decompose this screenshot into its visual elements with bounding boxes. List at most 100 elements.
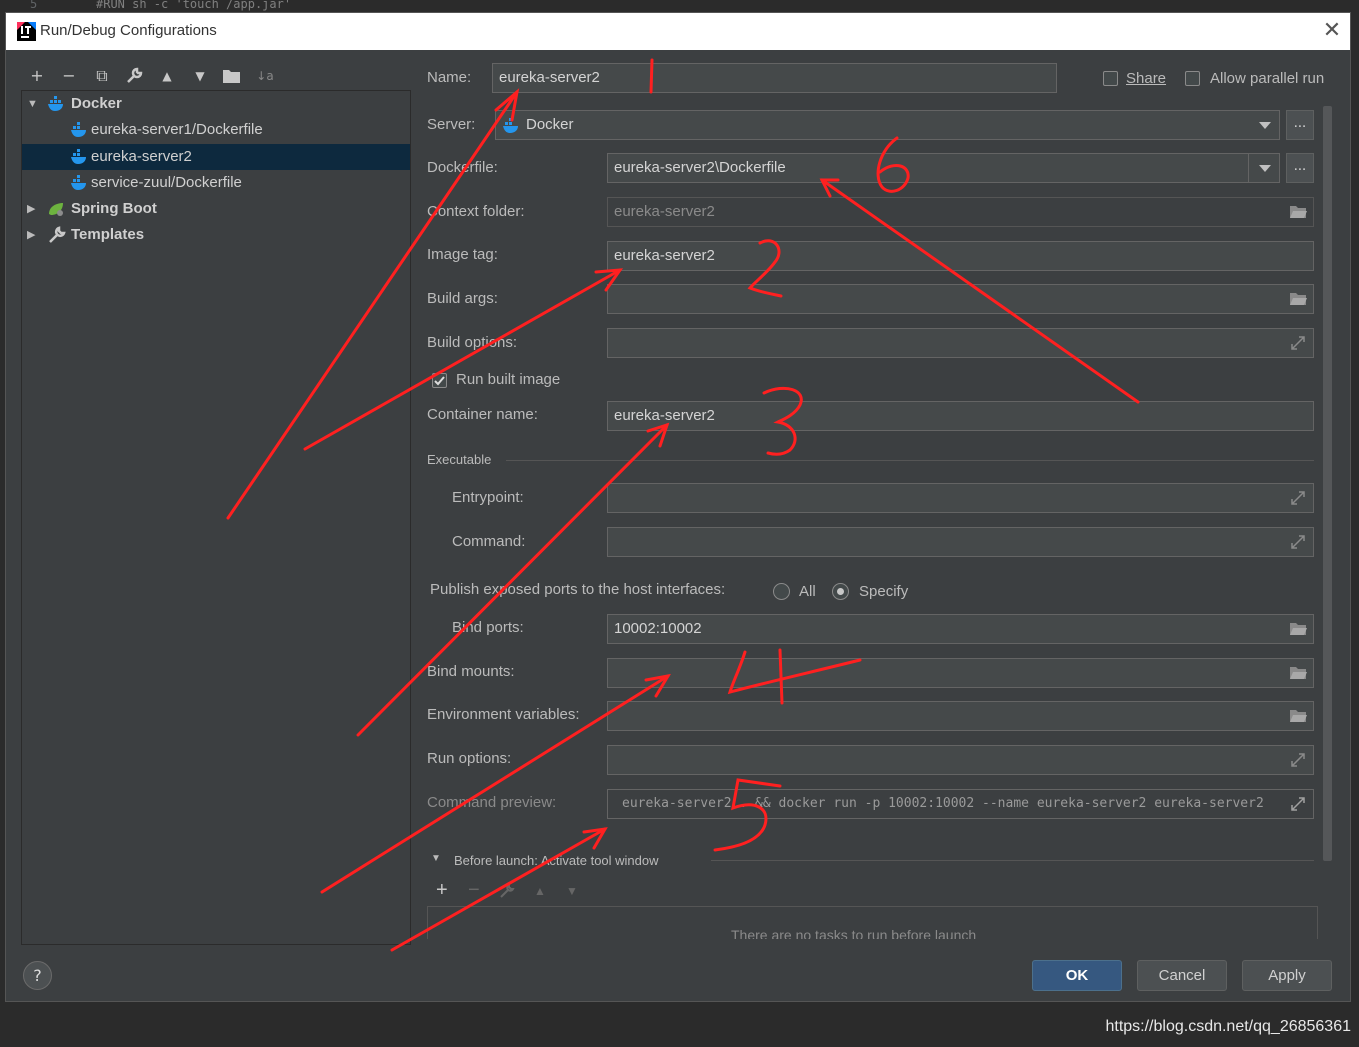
publish-specify-label: Specify — [859, 583, 909, 600]
server-label: Server: — [427, 116, 476, 133]
expand-arrow-icon[interactable]: ▼ — [27, 91, 41, 117]
add-icon[interactable]: + — [26, 65, 48, 87]
command-input[interactable] — [607, 527, 1314, 557]
name-input[interactable]: eureka-server2 — [492, 63, 1057, 93]
help-button[interactable]: ? — [23, 961, 52, 990]
allow-parallel-label: Allow parallel run — [1210, 70, 1325, 87]
share-checkbox[interactable] — [1103, 71, 1118, 86]
collapse-arrow-icon[interactable]: ▶ — [27, 222, 41, 248]
cancel-button[interactable]: Cancel — [1137, 960, 1227, 991]
context-folder-input[interactable]: eureka-server2 — [607, 197, 1314, 227]
image-tag-input[interactable]: eureka-server2 — [607, 241, 1314, 271]
wrench-icon — [49, 226, 66, 243]
command-preview-value: eureka-server2 . && docker run -p 10002:… — [622, 796, 1264, 811]
wrench-icon[interactable] — [125, 67, 143, 85]
expand-icon[interactable] — [1289, 796, 1307, 812]
remove-task-icon[interactable]: − — [468, 879, 480, 902]
container-name-input[interactable]: eureka-server2 — [607, 401, 1314, 431]
command-label: Command: — [452, 533, 526, 550]
entrypoint-label: Entrypoint: — [452, 489, 524, 506]
folder-icon[interactable] — [1289, 621, 1307, 637]
copy-icon[interactable]: ⧉ — [91, 65, 113, 87]
name-label: Name: — [427, 69, 472, 86]
close-icon[interactable]: ✕ — [1320, 19, 1344, 43]
docker-icon — [48, 96, 63, 111]
run-options-input[interactable] — [607, 745, 1314, 775]
dockerfile-select[interactable]: eureka-server2\Dockerfile — [607, 153, 1280, 183]
expand-icon[interactable] — [1289, 335, 1307, 351]
server-browse-button[interactable]: ... — [1286, 110, 1314, 140]
container-name-label: Container name: — [427, 406, 538, 423]
sort-icon[interactable]: ↓a — [254, 65, 276, 87]
before-launch-title: Before launch: Activate tool window — [454, 853, 659, 868]
build-options-input[interactable] — [607, 328, 1314, 358]
folder-icon[interactable] — [1289, 665, 1307, 681]
build-args-input[interactable] — [607, 284, 1314, 314]
docker-icon — [71, 175, 86, 190]
dockerfile-label: Dockerfile: — [427, 159, 498, 176]
env-variables-input[interactable] — [607, 701, 1314, 731]
publish-all-radio[interactable] — [773, 583, 790, 600]
bind-ports-value: 10002:10002 — [614, 620, 702, 637]
watermark: https://blog.csdn.net/qq_26856361 — [1105, 1018, 1351, 1035]
code-line: #RUN sh -c 'touch /app.jar' — [96, 0, 292, 11]
executable-section-title: Executable — [427, 452, 492, 467]
docker-icon — [503, 118, 518, 133]
tree-label-docker: Docker — [71, 95, 122, 112]
edit-task-icon[interactable] — [499, 883, 515, 899]
tree-item-eureka-server1[interactable]: eureka-server1/Dockerfile — [22, 117, 410, 143]
allow-parallel-checkbox[interactable] — [1185, 71, 1200, 86]
line-number: 5 — [30, 0, 38, 11]
server-value: Docker — [526, 116, 574, 133]
apply-button[interactable]: Apply — [1242, 960, 1332, 991]
bind-ports-label: Bind ports: — [452, 619, 524, 636]
move-down-icon[interactable]: ▼ — [189, 65, 211, 87]
dockerfile-browse-button[interactable]: ... — [1286, 153, 1314, 183]
checkmark-icon — [434, 376, 445, 386]
tree-item-service-zuul[interactable]: service-zuul/Dockerfile — [22, 170, 410, 196]
expand-icon[interactable] — [1289, 752, 1307, 768]
run-built-image-checkbox[interactable] — [432, 373, 447, 388]
publish-ports-label: Publish exposed ports to the host interf… — [430, 581, 726, 598]
tree-label-templates: Templates — [71, 226, 145, 243]
build-options-label: Build options: — [427, 334, 518, 351]
tree-item-templates[interactable]: ▶ Templates — [22, 222, 410, 248]
tree-label: service-zuul/Dockerfile — [91, 174, 242, 191]
move-up-icon[interactable]: ▲ — [156, 65, 178, 87]
server-select[interactable]: Docker — [495, 110, 1280, 140]
section-divider — [506, 460, 1314, 461]
run-debug-dialog: Run/Debug Configurations ✕ + − ⧉ ▲ ▼ ↓a … — [5, 12, 1351, 1002]
ok-button[interactable]: OK — [1032, 960, 1122, 991]
add-task-icon[interactable]: + — [436, 879, 448, 902]
env-variables-label: Environment variables: — [427, 706, 580, 723]
folder-icon[interactable] — [222, 68, 242, 84]
expand-icon[interactable] — [1289, 490, 1307, 506]
docker-icon — [71, 149, 86, 164]
publish-specify-radio[interactable] — [832, 583, 849, 600]
intellij-icon — [17, 22, 36, 41]
remove-icon[interactable]: − — [58, 65, 80, 87]
tree-item-spring-boot[interactable]: ▶ Spring Boot — [22, 196, 410, 222]
chevron-down-icon[interactable] — [1248, 154, 1279, 182]
tree-item-docker[interactable]: ▼ Docker — [22, 91, 410, 117]
command-preview-field[interactable]: eureka-server2 . && docker run -p 10002:… — [607, 789, 1314, 819]
bind-mounts-input[interactable] — [607, 658, 1314, 688]
expand-icon[interactable] — [1289, 534, 1307, 550]
dockerfile-value: eureka-server2\Dockerfile — [614, 159, 786, 176]
folder-icon[interactable] — [1289, 204, 1307, 220]
move-task-down-icon[interactable]: ▼ — [566, 884, 578, 898]
move-task-up-icon[interactable]: ▲ — [534, 884, 546, 898]
tree-item-eureka-server2[interactable]: eureka-server2 — [22, 144, 410, 170]
collapse-arrow-icon[interactable]: ▶ — [27, 196, 41, 222]
folder-icon[interactable] — [1289, 708, 1307, 724]
form-scrollbar[interactable] — [1323, 106, 1332, 861]
title-bar: Run/Debug Configurations ✕ — [6, 13, 1350, 50]
folder-icon[interactable] — [1289, 291, 1307, 307]
entrypoint-input[interactable] — [607, 483, 1314, 513]
spring-boot-icon — [49, 203, 63, 216]
tree-label: eureka-server2 — [91, 148, 192, 165]
bind-ports-input[interactable]: 10002:10002 — [607, 614, 1314, 644]
section-divider — [711, 860, 1314, 861]
collapse-arrow-icon[interactable]: ▼ — [431, 853, 441, 864]
chevron-down-icon[interactable] — [1249, 111, 1279, 139]
